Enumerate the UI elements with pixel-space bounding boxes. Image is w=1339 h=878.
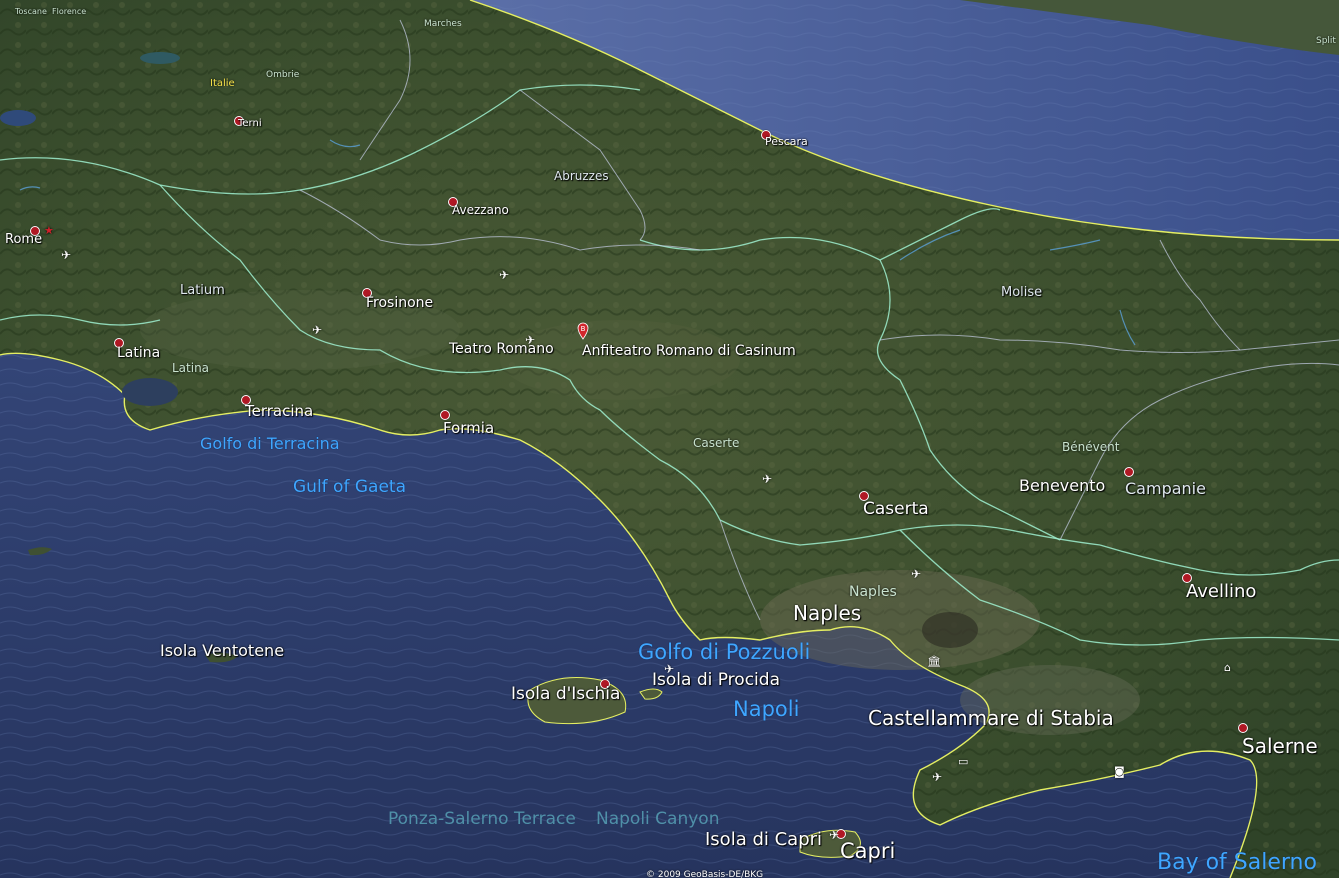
museum-icon[interactable]: 🏛: [927, 655, 941, 668]
region-label-molise: Molise: [1001, 285, 1043, 300]
city-label-teatro-romano: Teatro Romano: [449, 341, 554, 357]
city-label-terracina: Terracina: [245, 402, 314, 420]
city-label-benevento: Benevento: [1019, 476, 1106, 495]
city-label-avezzano: Avezzano: [452, 203, 509, 217]
airport-icon[interactable]: ✈: [664, 662, 674, 676]
airport-icon[interactable]: ✈: [61, 248, 71, 262]
city-label-formia: Formia: [443, 419, 495, 437]
country-label-italie: Italie: [210, 78, 235, 89]
province-label-naples: Naples: [849, 584, 897, 600]
airport-icon[interactable]: ✈: [932, 770, 942, 784]
airport-icon[interactable]: ✈: [829, 828, 839, 842]
city-label-caserta: Caserta: [863, 499, 929, 519]
city-label-anfiteatro: Anfiteatro Romano di Casinum: [582, 343, 796, 359]
province-label-latina: Latina: [172, 361, 210, 375]
water-label-napoli: Napoli: [733, 697, 800, 721]
airport-icon[interactable]: ✈: [911, 567, 921, 581]
city-label-frosinone: Frosinone: [366, 295, 434, 311]
city-label-avellino: Avellino: [1186, 581, 1257, 602]
region-label-marches: Marches: [424, 19, 462, 29]
map-view[interactable]: Toscane Florence Marches Ombrie Italie S…: [0, 0, 1339, 878]
water-label-gulf-gaeta: Gulf of Gaeta: [293, 477, 406, 497]
water-label-bay-salerno: Bay of Salerno: [1157, 850, 1317, 875]
water-label-golfo-pozzuoli: Golfo di Pozzuoli: [638, 640, 811, 664]
region-label-campanie: Campanie: [1125, 479, 1206, 498]
region-label-toscane: Toscane: [15, 7, 47, 16]
island-label-ischia: Isola d'Ischia: [511, 684, 621, 704]
placemark-letter: B: [581, 325, 586, 333]
airport-icon[interactable]: ✈: [525, 333, 535, 347]
airport-icon[interactable]: ✈: [762, 472, 772, 486]
hotel-icon[interactable]: ▭: [958, 755, 968, 768]
city-label-rome: Rome: [5, 232, 43, 247]
city-label-pescara: Pescara: [765, 135, 808, 148]
region-label-florence: Florence: [52, 7, 87, 16]
city-label-latina: Latina: [117, 345, 161, 361]
school-icon[interactable]: ⌂: [1224, 661, 1231, 674]
airport-icon[interactable]: ✈: [499, 268, 509, 282]
city-label-naples: Naples: [793, 601, 862, 625]
water-label-golfo-terracina: Golfo di Terracina: [200, 434, 340, 453]
water-label-ponza-terrace: Ponza-Salerno Terrace: [388, 809, 576, 829]
region-label-ombrie: Ombrie: [266, 70, 300, 80]
city-label-terni: Terni: [238, 118, 262, 129]
region-label-latium: Latium: [180, 283, 225, 298]
airport-icon[interactable]: ✈: [312, 323, 322, 337]
copyright-text: © 2009 GeoBasis-DE/BKG: [646, 870, 764, 878]
star-icon[interactable]: ★: [44, 224, 54, 237]
city-marker-salerne[interactable]: [1238, 723, 1248, 733]
region-label-split: Split: [1316, 36, 1336, 46]
province-label-caserte: Caserte: [693, 436, 740, 450]
city-label-capri: Capri: [840, 839, 896, 863]
region-label-abruzzes: Abruzzes: [554, 169, 609, 183]
city-marker-benevento[interactable]: [1124, 467, 1134, 477]
water-label-napoli-canyon: Napoli Canyon: [596, 809, 720, 829]
city-label-salerne: Salerne: [1242, 734, 1318, 758]
province-label-benevent: Bénévent: [1062, 440, 1120, 454]
island-label-capri: Isola di Capri: [705, 829, 823, 850]
city-label-castellammare: Castellammare di Stabia: [868, 706, 1114, 730]
photo-icon[interactable]: ◙: [1114, 765, 1125, 778]
island-label-ventotene: Isola Ventotene: [160, 641, 285, 660]
placemark-pin-icon[interactable]: B: [577, 322, 589, 340]
